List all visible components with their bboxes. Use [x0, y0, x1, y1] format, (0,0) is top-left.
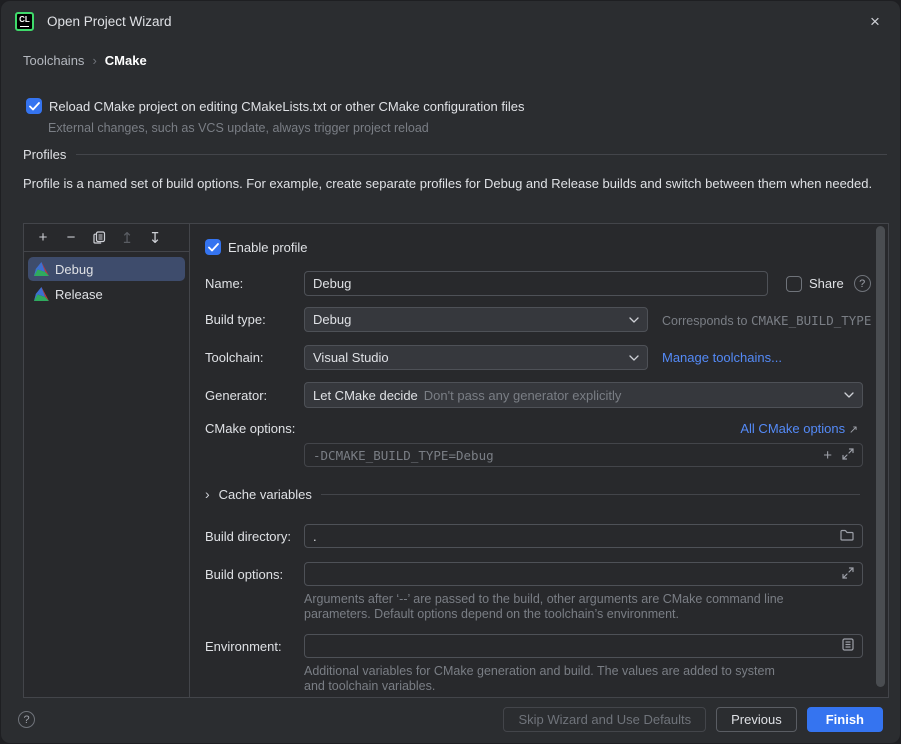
external-link-icon: ↗: [849, 424, 858, 436]
profile-item-label: Release: [55, 287, 103, 302]
build-type-select[interactable]: Debug: [304, 307, 648, 332]
generator-label: Generator:: [205, 388, 267, 403]
expand-field-icon[interactable]: [842, 567, 854, 582]
env-variables-icon[interactable]: [842, 638, 854, 654]
name-input[interactable]: [304, 271, 768, 296]
expand-field-icon[interactable]: [842, 448, 854, 463]
profile-list-pane: + − ↥ ↧ Debug Release: [24, 224, 190, 697]
add-profile-button[interactable]: +: [32, 228, 54, 248]
enable-profile-row[interactable]: Enable profile: [205, 239, 308, 255]
reload-checkbox-label: Reload CMake project on editing CMakeLis…: [49, 99, 524, 114]
chevron-down-icon: [629, 355, 639, 361]
cmake-options-label: CMake options:: [205, 421, 295, 436]
profile-list-toolbar: + − ↥ ↧: [24, 224, 189, 252]
remove-profile-button[interactable]: −: [60, 228, 82, 248]
breadcrumb: Toolchains › CMake: [23, 53, 147, 68]
share-checkbox[interactable]: [786, 276, 802, 292]
environment-input[interactable]: [304, 634, 863, 658]
profiles-section-title: Profiles: [23, 147, 66, 162]
open-project-wizard-dialog: CL Open Project Wizard × Toolchains › CM…: [0, 0, 901, 744]
all-cmake-options-link[interactable]: All CMake options ↗: [740, 421, 858, 436]
profile-item-label: Debug: [55, 262, 93, 277]
window-title: Open Project Wizard: [47, 14, 172, 29]
build-type-label: Build type:: [205, 312, 266, 327]
chevron-down-icon: [844, 392, 854, 398]
profile-list: Debug Release: [24, 252, 189, 312]
skip-wizard-button: Skip Wizard and Use Defaults: [503, 707, 706, 732]
section-divider: [321, 494, 860, 495]
help-icon[interactable]: ?: [18, 711, 35, 728]
reload-hint: External changes, such as VCS update, al…: [48, 121, 429, 135]
close-icon[interactable]: ×: [864, 11, 886, 33]
build-options-label: Build options:: [205, 567, 283, 582]
reload-checkbox[interactable]: [26, 98, 42, 114]
enable-profile-label: Enable profile: [228, 240, 308, 255]
cmake-icon: [34, 262, 49, 276]
toolchain-label: Toolchain:: [205, 350, 264, 365]
build-options-input[interactable]: [304, 562, 863, 586]
add-option-icon[interactable]: +: [823, 447, 832, 464]
move-up-button[interactable]: ↥: [116, 228, 138, 248]
toolchain-value: Visual Studio: [313, 350, 389, 365]
generator-hint: Don't pass any generator explicitly: [424, 388, 622, 403]
chevron-down-icon: [629, 317, 639, 323]
profile-detail-pane: Enable profile Name: Share ? Build type:…: [190, 224, 888, 697]
build-options-hint: Arguments after ‘--’ are passed to the b…: [304, 592, 829, 622]
cmake-icon: [34, 287, 49, 301]
scrollbar-thumb[interactable]: [876, 226, 885, 687]
breadcrumb-separator-icon: ›: [92, 53, 96, 68]
cmake-build-type-code: CMAKE_BUILD_TYPE: [751, 313, 871, 328]
finish-button[interactable]: Finish: [807, 707, 883, 732]
titlebar: CL Open Project Wizard ×: [1, 1, 900, 42]
generator-value: Let CMake decide: [313, 388, 418, 403]
profile-list-item-debug[interactable]: Debug: [28, 257, 185, 281]
share-row[interactable]: Share ?: [786, 275, 871, 292]
build-directory-label: Build directory:: [205, 529, 291, 544]
enable-profile-checkbox[interactable]: [205, 239, 221, 255]
breadcrumb-toolchains[interactable]: Toolchains: [23, 53, 84, 68]
reload-project-checkbox-row[interactable]: Reload CMake project on editing CMakeLis…: [26, 98, 524, 114]
section-divider: [76, 154, 887, 155]
cache-variables-label[interactable]: Cache variables: [219, 487, 312, 502]
generator-select[interactable]: Let CMake decide Don't pass any generato…: [304, 382, 863, 408]
profiles-section-header: Profiles: [23, 147, 887, 162]
move-down-button[interactable]: ↧: [144, 228, 166, 248]
share-help-icon[interactable]: ?: [854, 275, 871, 292]
build-type-value: Debug: [313, 312, 351, 327]
profile-list-item-release[interactable]: Release: [28, 282, 185, 306]
manage-toolchains-link[interactable]: Manage toolchains...: [662, 350, 782, 365]
environment-hint: Additional variables for CMake generatio…: [304, 664, 784, 694]
clion-logo-icon: CL: [15, 12, 34, 31]
environment-label: Environment:: [205, 639, 282, 654]
cache-variables-section[interactable]: › Cache variables: [205, 486, 860, 502]
footer: ? Skip Wizard and Use Defaults Previous …: [1, 696, 900, 743]
share-label: Share: [809, 276, 844, 291]
cmake-options-input[interactable]: -DCMAKE_BUILD_TYPE=Debug +: [304, 443, 863, 467]
profiles-description: Profile is a named set of build options.…: [23, 175, 879, 193]
name-label: Name:: [205, 276, 243, 291]
chevron-right-icon[interactable]: ›: [205, 486, 210, 502]
copy-profile-button[interactable]: [88, 228, 110, 248]
profiles-panel: + − ↥ ↧ Debug Release: [23, 223, 889, 698]
build-directory-input[interactable]: .: [304, 524, 863, 548]
toolchain-select[interactable]: Visual Studio: [304, 345, 648, 370]
folder-icon[interactable]: [840, 529, 854, 544]
build-type-hint: Corresponds to CMAKE_BUILD_TYPE: [662, 313, 871, 329]
previous-button[interactable]: Previous: [716, 707, 797, 732]
breadcrumb-cmake: CMake: [105, 53, 147, 68]
